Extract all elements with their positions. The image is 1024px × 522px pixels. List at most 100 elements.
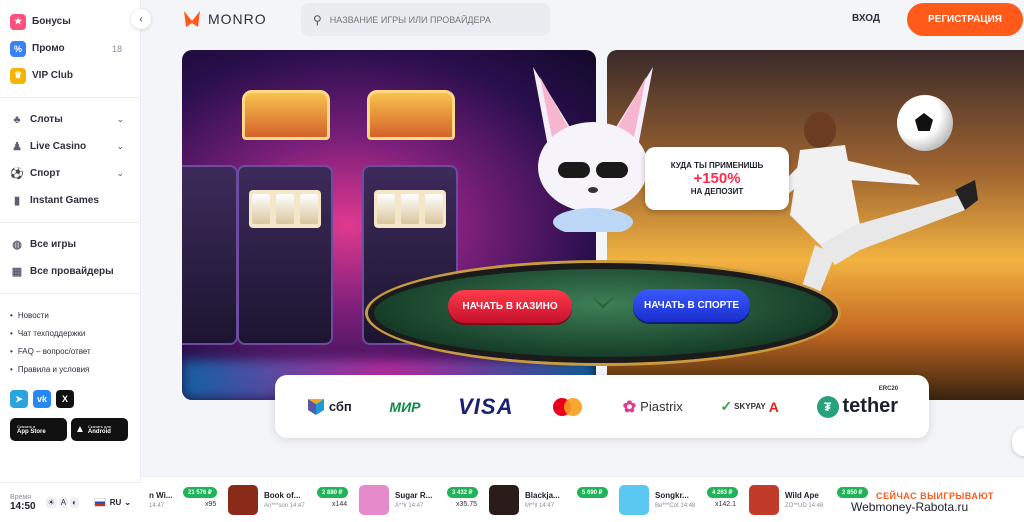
win-item[interactable]: Blackja... M**il 14:47	[489, 483, 560, 517]
mir-logo: МИР	[389, 398, 421, 415]
sidebar-item-vip[interactable]: ♛ VIP Club	[0, 62, 140, 89]
promo-text: НА ДЕПОЗИТ	[690, 187, 744, 196]
providers-icon: ▦	[11, 266, 23, 278]
chevron-down-icon[interactable]: ⌄	[116, 141, 124, 152]
slot-machine-image	[242, 90, 330, 140]
win-user: Be***Cot 14:48	[655, 503, 696, 509]
sidebar-item-sport[interactable]: ⚽ Спорт ⌄	[0, 160, 140, 187]
search-bar[interactable]: ⚲	[301, 3, 550, 36]
link-news[interactable]: Новости	[10, 306, 130, 324]
header: MONRO ⚲ ВХОД РЕГИСТРАЦИЯ	[141, 0, 1024, 40]
tether-label: tether	[842, 395, 899, 417]
social-links: ➤ vk X	[0, 382, 140, 408]
sidebar-item-live-casino[interactable]: ♟ Live Casino ⌄	[0, 133, 140, 160]
all-games-icon: ◍	[12, 239, 22, 251]
win-user: An***son 14:47	[264, 503, 305, 509]
sidebar-item-instant-games[interactable]: ▮ Instant Games	[0, 187, 140, 214]
register-button[interactable]: РЕГИСТРАЦИЯ	[907, 3, 1023, 36]
sidebar-item-label: Слоты	[30, 114, 63, 125]
language-selector[interactable]: RU ⌄	[93, 498, 131, 507]
brand-logo[interactable]: MONRO	[182, 9, 267, 29]
win-item[interactable]: Book of... An***son 14:47	[228, 483, 305, 517]
footer-links: Новости Чат техподдержки FAQ – вопрос/от…	[0, 302, 140, 382]
link-support-chat[interactable]: Чат техподдержки	[10, 324, 130, 342]
win-multiplier: x142.1	[715, 501, 737, 508]
piastrix-logo: ✿ Piastrix	[623, 397, 683, 417]
divider	[0, 293, 140, 294]
time-value: 14:50	[10, 500, 36, 512]
contrast-toggle-icon[interactable]: ◐	[70, 497, 79, 508]
chevron-down-icon: ⌄	[124, 498, 131, 507]
slot-reels-image	[374, 190, 446, 228]
chevron-down-icon[interactable]: ⌄	[116, 114, 124, 125]
slot-machine-image	[182, 165, 238, 345]
sidebar-item-all-games[interactable]: ◍ Все игры	[0, 231, 140, 258]
piastrix-icon: ✿	[622, 398, 637, 416]
link-faq[interactable]: FAQ – вопрос/ответ	[10, 342, 130, 360]
android-icon: ▲	[75, 424, 85, 435]
crown-icon: ♛	[10, 67, 26, 84]
telegram-icon[interactable]: ➤	[10, 390, 28, 408]
theme-toggle-icon[interactable]: ☀	[45, 497, 57, 508]
bonus-icon: ★	[10, 13, 26, 30]
game-thumbnail	[619, 485, 649, 515]
clock: Время 14:50	[10, 494, 36, 512]
win-game-name: Songkr...	[655, 491, 689, 500]
promo-count: 18	[111, 43, 122, 54]
sidebar-item-label: Промо	[32, 43, 65, 54]
sbp-logo: сбп	[306, 397, 352, 417]
payment-methods: сбп МИР VISA ✿ Piastrix ✓ SKYPAY A ₮ tet…	[275, 375, 929, 438]
x-icon[interactable]: X	[56, 390, 74, 408]
win-item[interactable]: Wild Ape ZO**UD 14:48	[749, 483, 823, 517]
sport-icon: ⚽	[10, 168, 24, 180]
android-button[interactable]: ▲ Скачать для Android	[71, 418, 128, 441]
search-input[interactable]	[329, 14, 530, 25]
start-sport-button[interactable]: НАЧАТЬ В СПОРТЕ	[633, 289, 750, 322]
sbp-label: сбп	[328, 399, 352, 414]
win-game-name: Wild Ape	[785, 491, 819, 500]
win-game-name: n Wi...	[149, 491, 173, 500]
win-item[interactable]: n Wi... 14:47	[149, 483, 172, 517]
collapse-sidebar-button[interactable]: ‹	[131, 9, 151, 29]
sidebar-item-slots[interactable]: ♣ Слоты ⌄	[0, 106, 140, 133]
instant-games-icon: ▮	[13, 195, 21, 207]
win-game-name: Blackja...	[525, 491, 560, 500]
live-casino-icon: ♟	[12, 141, 22, 153]
win-item[interactable]: Sugar R... A**k 14:47	[359, 483, 432, 517]
login-button[interactable]: ВХОД	[852, 13, 880, 24]
mastercard-icon	[551, 396, 585, 418]
skypay-icon: ✓	[720, 398, 733, 414]
sidebar-item-bonuses[interactable]: ★ Бонусы	[0, 8, 140, 35]
vk-icon[interactable]: vk	[33, 390, 51, 408]
sidebar-item-label: Все игры	[30, 239, 77, 250]
floating-widget-button[interactable]	[1012, 428, 1024, 456]
erc20-tag: ERC20	[878, 386, 899, 392]
win-item[interactable]: Songkr... Be***Cot 14:48	[619, 483, 695, 517]
language-code: RU	[109, 498, 122, 507]
chevron-down-icon[interactable]: ⌄	[116, 168, 124, 179]
link-rules[interactable]: Правила и условия	[10, 360, 130, 378]
sidebar-item-all-providers[interactable]: ▦ Все провайдеры	[0, 258, 140, 285]
store-name: Android	[87, 428, 111, 435]
win-multiplier: x144	[332, 501, 348, 508]
monro-logo-icon	[184, 11, 200, 27]
win-amount-badge: 5 690 ₽	[577, 487, 608, 498]
soccer-ball-image	[897, 95, 953, 151]
sidebar: ★ Бонусы % Промо 18 ♛ VIP Club ♣ Слоты ⌄…	[0, 0, 141, 522]
app-store-button[interactable]: Скачать в App Store	[10, 418, 67, 441]
slots-icon: ♣	[13, 113, 21, 126]
sidebar-item-promo[interactable]: % Промо 18	[0, 35, 140, 62]
sidebar-item-label: Live Casino	[30, 141, 87, 152]
win-amount-badge: 4 263 ₽	[707, 487, 738, 498]
font-size-toggle[interactable]: A	[58, 497, 69, 508]
deposit-bonus-badge: КУДА ТЫ ПРИМЕНИШЬ +150% НА ДЕПОЗИТ	[645, 147, 789, 210]
sidebar-item-label: Instant Games	[30, 195, 99, 206]
promo-percent: +150%	[693, 170, 741, 187]
win-amount-badge: 2 880 ₽	[317, 487, 348, 498]
start-casino-button[interactable]: НАЧАТЬ В КАЗИНО	[448, 290, 572, 323]
game-thumbnail	[359, 485, 389, 515]
app-stores: Скачать в App Store ▲ Скачать для Androi…	[0, 408, 140, 441]
sidebar-item-label: VIP Club	[32, 70, 73, 81]
watermark: Webmoney-Rabota.ru	[848, 499, 972, 515]
sidebar-item-label: Спорт	[30, 168, 61, 179]
